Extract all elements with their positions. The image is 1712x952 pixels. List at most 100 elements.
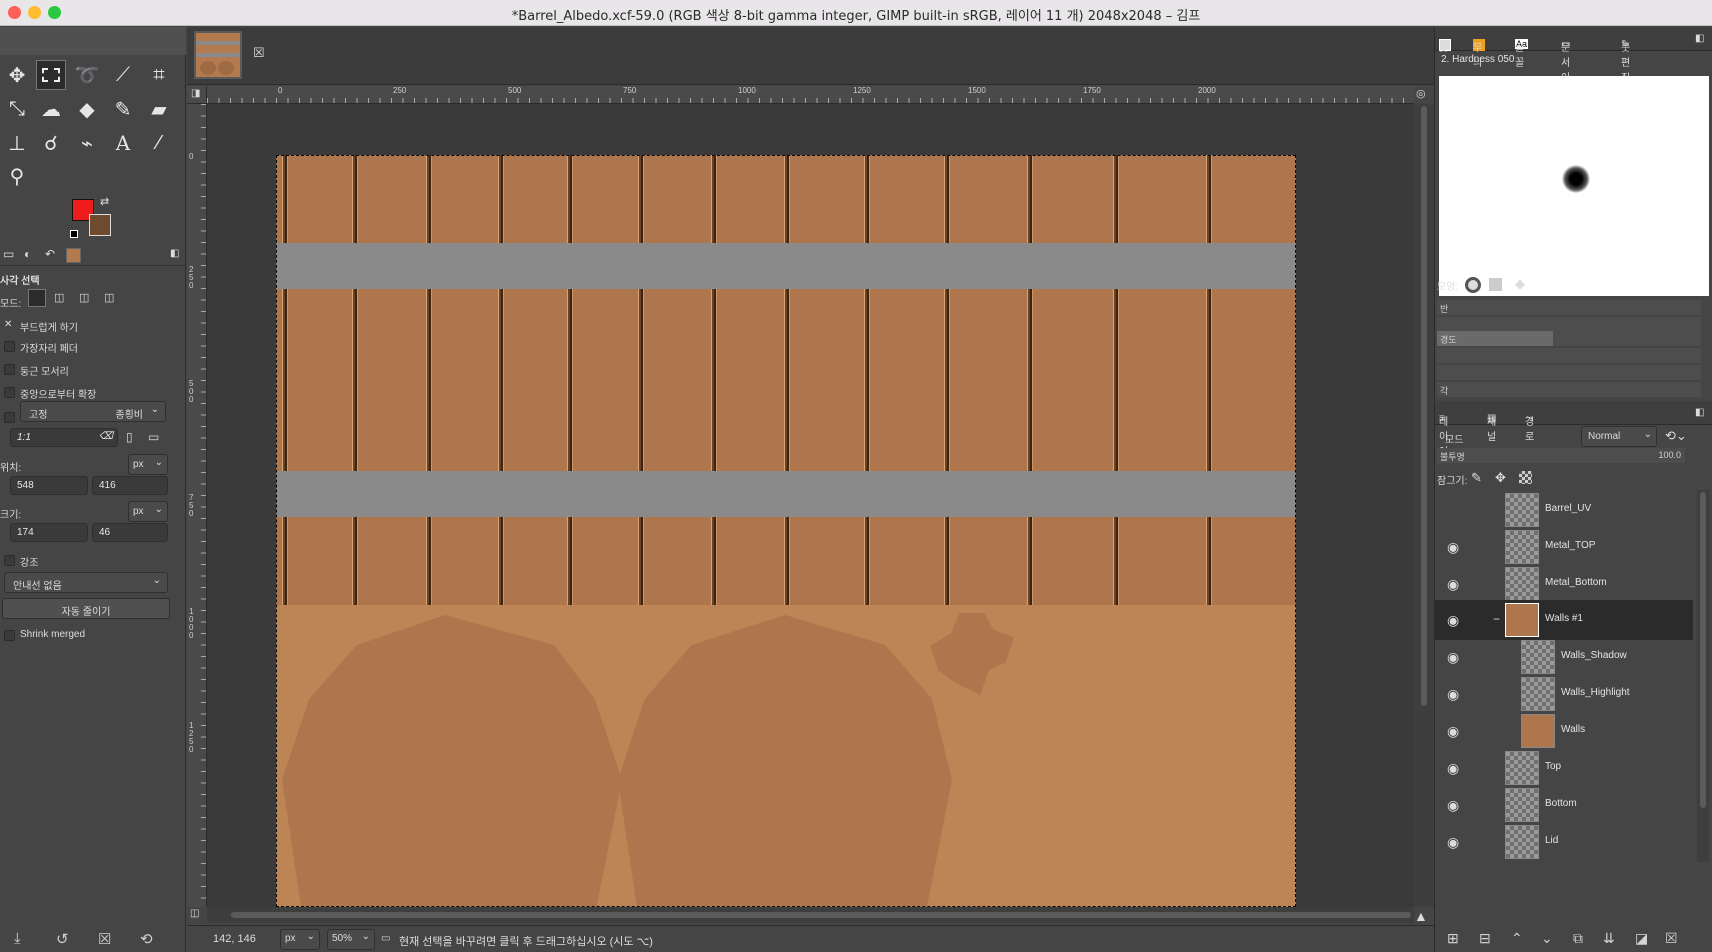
portrait-icon[interactable]: ▯ <box>126 430 133 444</box>
layer-row[interactable]: ◉ Walls <box>1435 711 1693 751</box>
aspect-ratio-input[interactable]: 1:1 ⌫ <box>10 428 118 447</box>
expand-center-checkbox[interactable] <box>4 387 15 398</box>
vertical-ruler[interactable]: 0 250 500 750 1000 1250 <box>187 104 207 907</box>
eye-icon[interactable]: ◉ <box>1447 760 1459 777</box>
eye-icon[interactable]: ◉ <box>1447 834 1459 851</box>
spacing-slider[interactable] <box>1437 365 1701 380</box>
layer-mode-dropdown[interactable]: Normal ⌄ <box>1581 426 1657 447</box>
delete-options-icon[interactable]: ☒ <box>98 930 111 948</box>
lock-pixels-icon[interactable]: ✎ <box>1471 470 1482 486</box>
transform-icon[interactable]: ⤡ <box>2 94 32 124</box>
aspect-slider[interactable] <box>1437 348 1701 363</box>
navigate-icon[interactable]: ▲ <box>1414 908 1428 924</box>
lower-layer-icon[interactable]: ⌄ <box>1541 930 1553 947</box>
configure-tab-icon[interactable]: ◧ <box>170 248 179 259</box>
layer-row-selected[interactable]: ◉ − Walls #1 <box>1435 600 1693 640</box>
position-y-input[interactable]: 416 <box>92 476 168 495</box>
swap-colors-icon[interactable]: ⇄ <box>100 195 109 208</box>
eye-icon[interactable]: ◉ <box>1447 723 1459 740</box>
vertical-scrollbar[interactable] <box>1414 104 1434 907</box>
circle-shape-icon[interactable] <box>1465 277 1481 293</box>
wilber-drop-area[interactable] <box>0 27 186 55</box>
image-tab-thumbnail[interactable] <box>194 31 242 79</box>
default-colors-icon[interactable] <box>70 230 78 238</box>
size-w-input[interactable]: 174 <box>10 523 88 542</box>
mode-reset-icon[interactable]: ⟲⌄ <box>1665 428 1687 444</box>
delete-layer-icon[interactable]: ☒ <box>1665 930 1678 947</box>
eye-icon[interactable]: ◉ <box>1447 797 1459 814</box>
eraser-icon[interactable]: ▰ <box>144 94 174 124</box>
raise-layer-icon[interactable]: ⌃ <box>1511 930 1523 947</box>
size-h-input[interactable]: 46 <box>92 523 168 542</box>
reset-options-icon[interactable]: ⟲ <box>140 930 153 948</box>
horizontal-ruler[interactable]: 0 250 500 750 1000 1250 1500 1750 2000 <box>207 86 1414 104</box>
color-picker-icon[interactable]: ⁄ <box>144 128 174 158</box>
antialias-checkbox[interactable]: ✕ <box>4 319 15 330</box>
zoom-fit-icon[interactable]: ◎ <box>1416 87 1426 100</box>
rounded-corners-checkbox[interactable] <box>4 364 15 375</box>
opacity-slider[interactable]: 불투명 100.0 <box>1437 448 1685 463</box>
diamond-shape-icon[interactable]: ◆ <box>1515 276 1525 292</box>
fixed-checkbox[interactable] <box>4 412 15 423</box>
feather-checkbox[interactable] <box>4 341 15 352</box>
paths-icon[interactable]: ⌁ <box>72 128 102 158</box>
paintbrush-icon[interactable]: ✎ <box>108 94 138 124</box>
new-layer-icon[interactable]: ⊞ <box>1447 930 1459 947</box>
square-shape-icon[interactable] <box>1489 278 1502 291</box>
crop-icon[interactable]: ⌗ <box>144 60 174 90</box>
zoom-icon[interactable]: ⚲ <box>2 161 32 191</box>
restore-options-icon[interactable]: ↺ <box>56 930 69 948</box>
highlight-checkbox[interactable] <box>4 555 15 566</box>
lasso-icon[interactable]: ➰ <box>72 60 102 90</box>
layer-row[interactable]: ◉ Metal_TOP <box>1435 527 1693 567</box>
guides-dropdown[interactable]: 안내선 없음 ⌄ <box>4 572 168 593</box>
image-tab-icon[interactable] <box>66 248 81 263</box>
eye-icon[interactable]: ◉ <box>1447 686 1459 703</box>
configure-dock-icon[interactable]: ◧ <box>1695 407 1704 418</box>
fuzzy-select-icon[interactable]: ⟋ <box>108 60 138 90</box>
position-x-input[interactable]: 548 <box>10 476 88 495</box>
layer-row[interactable]: ◉ Bottom <box>1435 785 1693 825</box>
layer-row[interactable]: ◉ Metal_Bottom <box>1435 564 1693 604</box>
text-icon[interactable]: A <box>108 128 138 158</box>
rect-select-icon[interactable] <box>36 60 66 90</box>
mode-subtract-icon[interactable]: ◫ <box>79 291 89 304</box>
landscape-icon[interactable]: ▭ <box>148 430 159 444</box>
move-icon[interactable]: ✥ <box>2 60 32 90</box>
new-layer-group-icon[interactable]: ⊟ <box>1479 930 1491 947</box>
close-image-tab-icon[interactable]: ☒ <box>253 45 265 61</box>
merge-down-icon[interactable]: ⇊ <box>1603 930 1615 947</box>
device-status-tab-icon[interactable]: ◐ <box>24 247 31 261</box>
clone-icon[interactable]: ⊥ <box>2 128 32 158</box>
zoom-dropdown[interactable]: 50% ⌄ <box>327 929 375 950</box>
duplicate-layer-icon[interactable]: ⧉ <box>1573 930 1583 947</box>
image-canvas[interactable] <box>276 155 1296 907</box>
mode-replace-icon[interactable] <box>28 289 46 307</box>
status-unit-dropdown[interactable]: px ⌄ <box>280 929 320 950</box>
radius-slider[interactable]: 반 <box>1437 300 1701 315</box>
size-unit-dropdown[interactable]: px ⌄ <box>128 501 168 522</box>
save-options-icon[interactable]: ⤓ <box>14 930 21 947</box>
configure-dock-icon[interactable]: ◧ <box>1695 33 1704 44</box>
auto-shrink-button[interactable]: 자동 줄이기 <box>2 598 170 619</box>
lock-position-icon[interactable]: ✥ <box>1495 470 1506 486</box>
shrink-merged-checkbox[interactable] <box>4 630 15 641</box>
warp-icon[interactable]: ☁ <box>36 94 66 124</box>
layer-row[interactable]: ◉ Walls_Shadow <box>1435 637 1693 677</box>
spikes-slider[interactable] <box>1437 317 1701 332</box>
undo-history-tab-icon[interactable]: ↶ <box>45 247 55 261</box>
ruler-corner[interactable]: ◨ <box>187 86 207 104</box>
mode-intersect-icon[interactable]: ◫ <box>104 291 114 304</box>
smudge-icon[interactable]: ☌ <box>36 128 66 158</box>
horizontal-scrollbar[interactable] <box>207 907 1414 923</box>
tool-options-tab-icon[interactable]: ▭ <box>3 247 14 261</box>
eye-icon[interactable]: ◉ <box>1447 539 1459 556</box>
layer-mask-icon[interactable]: ◪ <box>1635 930 1648 947</box>
layer-row[interactable]: ◉ Walls_Highlight <box>1435 674 1693 714</box>
mode-add-icon[interactable]: ◫ <box>54 291 64 304</box>
clear-field-icon[interactable]: ⌫ <box>99 431 113 442</box>
position-unit-dropdown[interactable]: px ⌄ <box>128 454 168 475</box>
lock-alpha-icon[interactable] <box>1519 471 1532 484</box>
layer-row[interactable]: ◉ Lid <box>1435 822 1693 862</box>
quick-mask-icon[interactable]: ◫ <box>190 908 199 919</box>
